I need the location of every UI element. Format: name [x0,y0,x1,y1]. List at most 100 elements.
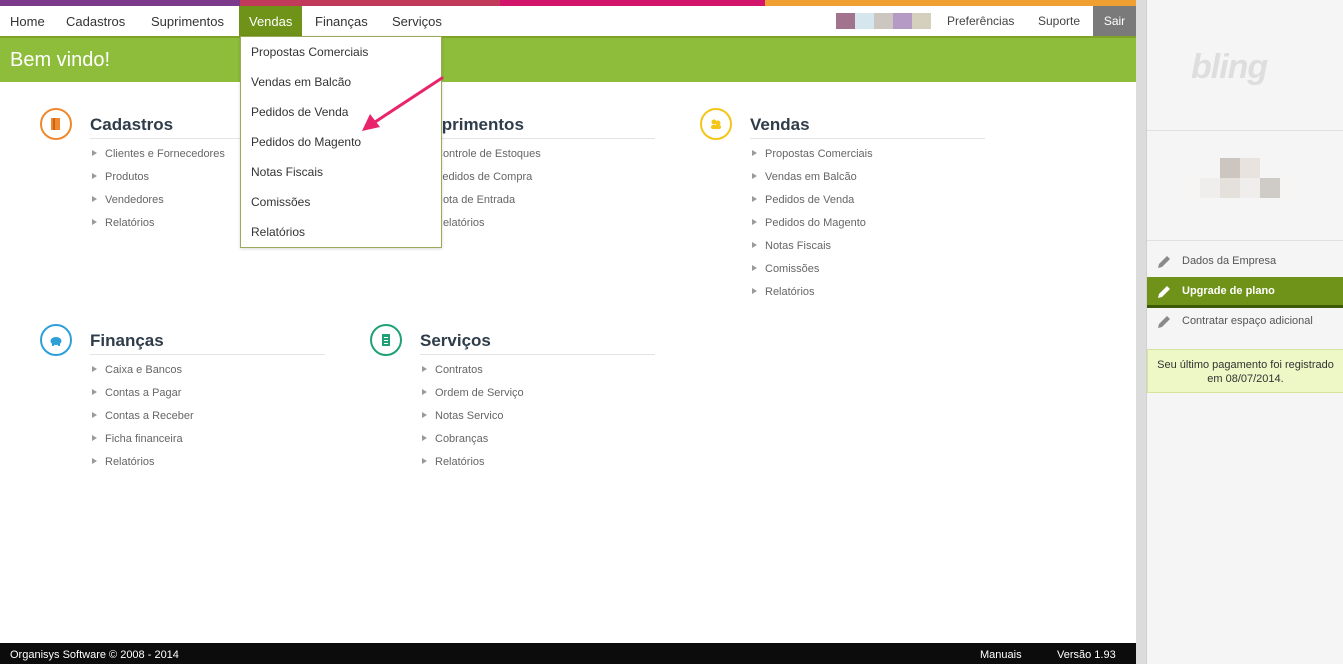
manuals-link[interactable]: Manuais [980,649,1022,661]
payment-notice: Seu último pagamento foi registrado em 0… [1147,349,1343,393]
nav-vendas[interactable]: Vendas [239,6,303,36]
menu-item[interactable]: Propostas Comerciais [251,45,368,59]
vendas-dropdown-menu: Propostas Comerciais Vendas em Balcão Pe… [240,36,442,248]
list-item[interactable]: Relatórios [92,217,225,240]
triangle-right-icon [752,219,757,225]
extra-storage-link[interactable]: Contratar espaço adicional [1147,307,1343,335]
triangle-right-icon [92,150,97,156]
triangle-right-icon [92,366,97,372]
pencil-icon [1158,286,1170,298]
triangle-right-icon [752,196,757,202]
logout-button[interactable]: Sair [1093,6,1136,36]
pencil-icon [1158,256,1170,268]
triangle-right-icon [92,458,97,464]
menu-item[interactable]: Pedidos de Venda [251,105,348,119]
theme-swatch[interactable] [836,13,855,29]
list-item[interactable]: Notas Servico [422,410,524,433]
nav-servicos[interactable]: Serviços [392,6,442,36]
list-item[interactable]: Contratos [422,364,524,387]
list-item[interactable]: Contas a Receber [92,410,194,433]
triangle-right-icon [92,435,97,441]
menu-item[interactable]: Vendas em Balcão [251,75,351,89]
list-item[interactable]: Vendas em Balcão [752,171,873,194]
payment-line-2: em 08/07/2014. [1207,373,1284,385]
menu-item[interactable]: Comissões [251,195,310,209]
triangle-right-icon [752,242,757,248]
triangle-right-icon [92,196,97,202]
triangle-right-icon [92,389,97,395]
menu-item[interactable]: Relatórios [251,225,305,239]
theme-swatch[interactable] [912,13,931,29]
triangle-right-icon [422,458,427,464]
company-avatar [1180,158,1300,198]
list-item[interactable]: Caixa e Bancos [92,364,194,387]
triangle-right-icon [92,173,97,179]
section-title[interactable]: Vendas [750,115,810,135]
triangle-right-icon [422,366,427,372]
nav-financas[interactable]: Finanças [315,6,368,36]
nav-suprimentos[interactable]: Suprimentos [151,6,224,36]
triangle-right-icon [752,173,757,179]
theme-swatch[interactable] [893,13,912,29]
divider [1147,240,1343,241]
divider [420,354,655,355]
users-icon [700,108,732,140]
triangle-right-icon [92,412,97,418]
list-item[interactable]: Contas a Pagar [92,387,194,410]
welcome-banner: Bem vindo! [0,38,1136,82]
theme-swatch[interactable] [874,13,893,29]
list-item[interactable]: Relatórios [422,456,524,479]
menu-item[interactable]: Notas Fiscais [251,165,323,179]
menu-item[interactable]: Pedidos do Magento [251,135,361,149]
list-item[interactable]: Produtos [92,171,225,194]
annotation-arrow-icon [362,76,444,131]
bling-logo: bling [1191,48,1268,86]
company-data-link[interactable]: Dados da Empresa [1147,247,1343,275]
divider [420,138,655,139]
list-item[interactable]: Propostas Comerciais [752,148,873,171]
top-navigation: Home Cadastros Suprimentos Vendas Finanç… [0,6,1136,38]
triangle-right-icon [92,219,97,225]
section-title[interactable]: Serviços [420,331,491,351]
list-item[interactable]: Vendedores [92,194,225,217]
triangle-right-icon [752,288,757,294]
footer: Organisys Software © 2008 - 2014 Manuais… [0,643,1136,664]
theme-swatch[interactable] [855,13,874,29]
theme-color-picker [836,13,931,29]
list-item[interactable]: Notas Fiscais [752,240,873,263]
section-links: Propostas Comerciais Vendas em Balcão Pe… [752,148,873,309]
payment-line-1: Seu último pagamento foi registrado [1157,359,1334,371]
nav-cadastros[interactable]: Cadastros [66,6,125,36]
nav-home[interactable]: Home [10,6,45,36]
support-link[interactable]: Suporte [1038,6,1080,36]
list-item[interactable]: Ficha financeira [92,433,194,456]
section-title[interactable]: Finanças [90,331,164,351]
list-item[interactable]: Relatórios [92,456,194,479]
list-item[interactable]: Ordem de Serviço [422,387,524,410]
list-item[interactable]: Comissões [752,263,873,286]
copyright: Organisys Software © 2008 - 2014 [10,649,179,661]
pencil-icon [1158,316,1170,328]
document-icon [370,324,402,356]
list-item[interactable]: Clientes e Fornecedores [92,148,225,171]
list-item[interactable]: Cobranças [422,433,524,456]
divider [1147,130,1343,131]
list-item[interactable]: Relatórios [752,286,873,309]
divider [750,138,985,139]
triangle-right-icon [752,150,757,156]
preferences-link[interactable]: Preferências [947,6,1014,36]
book-icon [40,108,72,140]
right-sidebar: bling Dados da Empresa Upgrade de plano … [1146,0,1343,664]
version-label: Versão 1.93 [1057,649,1116,661]
triangle-right-icon [752,265,757,271]
upgrade-plan-link[interactable]: Upgrade de plano [1147,277,1343,308]
triangle-right-icon [422,412,427,418]
section-title[interactable]: Cadastros [90,115,173,135]
section-links: Contratos Ordem de Serviço Notas Servico… [422,364,524,479]
section-links: Caixa e Bancos Contas a Pagar Contas a R… [92,364,194,479]
triangle-right-icon [422,389,427,395]
section-links: Clientes e Fornecedores Produtos Vendedo… [92,148,225,240]
list-item[interactable]: Pedidos do Magento [752,217,873,240]
scrollbar[interactable] [1136,0,1146,664]
list-item[interactable]: Pedidos de Venda [752,194,873,217]
